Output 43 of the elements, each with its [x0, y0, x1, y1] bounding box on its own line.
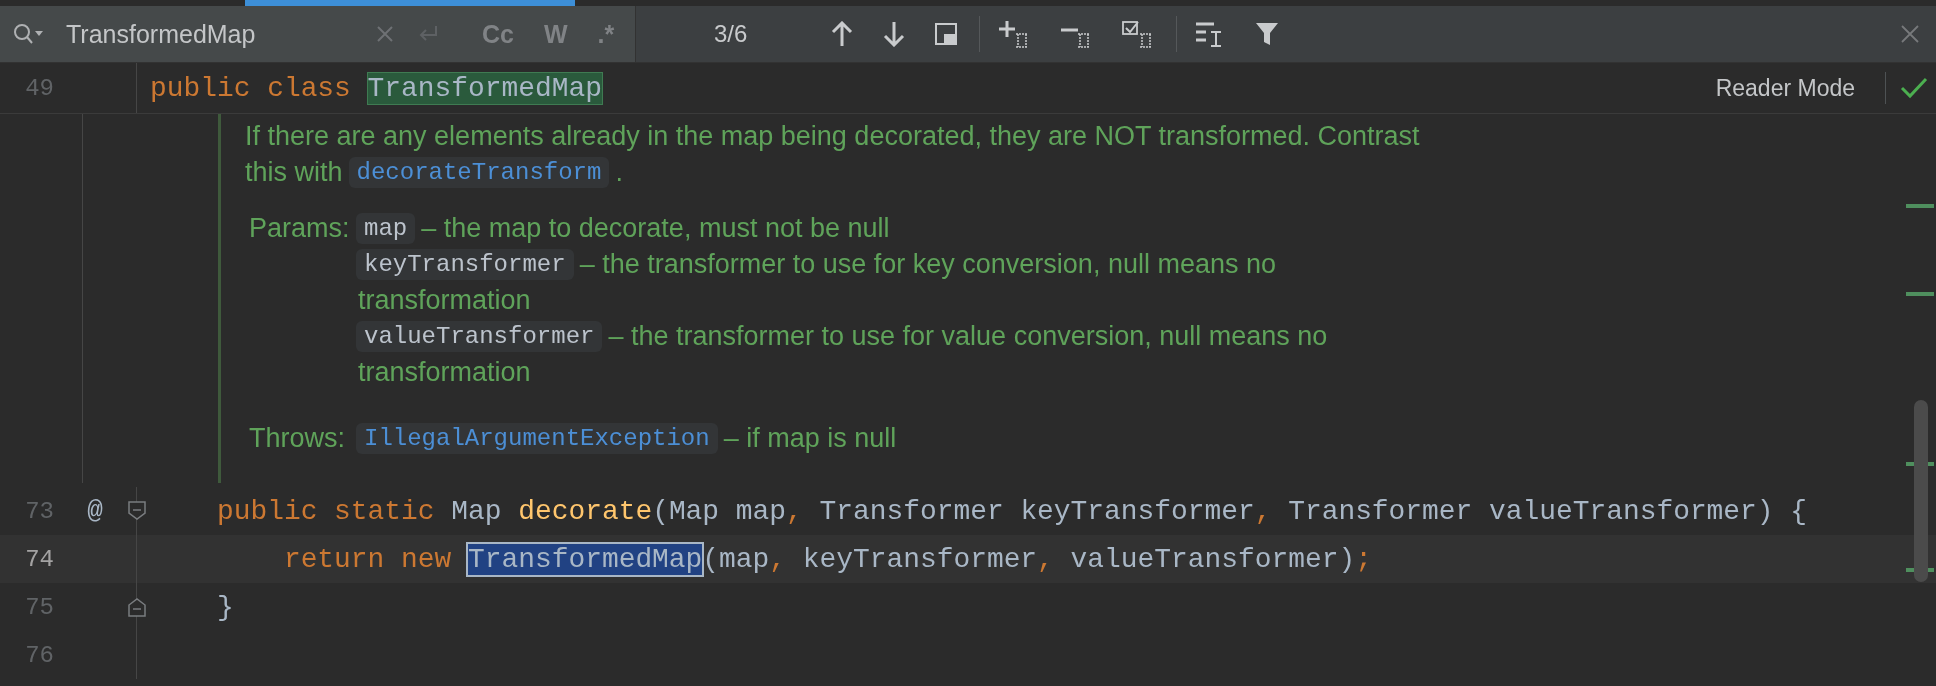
search-option-toggle[interactable]: .*	[591, 19, 621, 49]
line-number: 73	[24, 497, 54, 525]
search-icon[interactable]	[12, 22, 44, 46]
code-line: public static Map decorate(Map map, Transformer keyTransformer, Transformer valueTransformer) {	[215, 495, 1808, 527]
doc-text: transformation	[358, 284, 532, 317]
fold-icon[interactable]	[128, 501, 146, 521]
doc-text: transformation	[358, 356, 532, 389]
arrow-down-icon[interactable]	[883, 21, 906, 47]
doc-text: this with decorateTransform .	[245, 155, 624, 190]
check-icon	[1900, 77, 1928, 99]
match-marker	[1906, 204, 1934, 208]
fold-icon[interactable]	[128, 597, 146, 617]
param-name: keyTransformer	[356, 248, 574, 280]
override-marker: @	[86, 496, 104, 526]
code-line: }	[215, 591, 234, 623]
scrollbar-thumb[interactable]	[1914, 400, 1928, 582]
link[interactable]: decorateTransform	[348, 156, 610, 188]
match-count: 3/6	[714, 20, 748, 48]
doc-text: – the transformer to use for value conversion, null means no	[608, 320, 1328, 352]
match-marker	[1906, 292, 1934, 296]
search-option-toggle[interactable]: Cc	[476, 19, 520, 49]
reader-mode-button[interactable]: Reader Mode	[1713, 70, 1857, 106]
section-label: Params:	[249, 212, 351, 245]
param-name: valueTransformer	[356, 320, 603, 352]
search-option-toggle[interactable]: W	[537, 19, 574, 49]
section-label: Throws:	[249, 422, 347, 455]
param-name: map	[356, 212, 416, 244]
line-number: 76	[24, 641, 54, 669]
arrow-up-icon[interactable]	[831, 21, 854, 47]
line-number: 49	[24, 74, 54, 102]
doc-text: – if map is null	[723, 422, 897, 454]
link[interactable]: IllegalArgumentException	[356, 422, 718, 454]
close-icon[interactable]	[1900, 24, 1920, 44]
doc-text: – the transformer to use for key conversion, null means no	[579, 248, 1276, 280]
line-number: 75	[24, 593, 54, 621]
filter-icon[interactable]	[1255, 21, 1280, 47]
code-line: public class TransformedMap	[150, 72, 602, 104]
search-field[interactable]: TransformedMap Cc W .*	[0, 6, 636, 62]
doc-text: If there are any elements already in the map being decorated, they are NOT transformed. Contrast	[245, 119, 1421, 153]
panel-icon[interactable]	[935, 23, 958, 45]
doc-text: – the map to decorate, must not be null	[421, 212, 890, 244]
line-number: 74	[24, 545, 54, 573]
code-line: return new TransformedMap(map, keyTransformer, valueTransformer);	[282, 543, 1372, 575]
